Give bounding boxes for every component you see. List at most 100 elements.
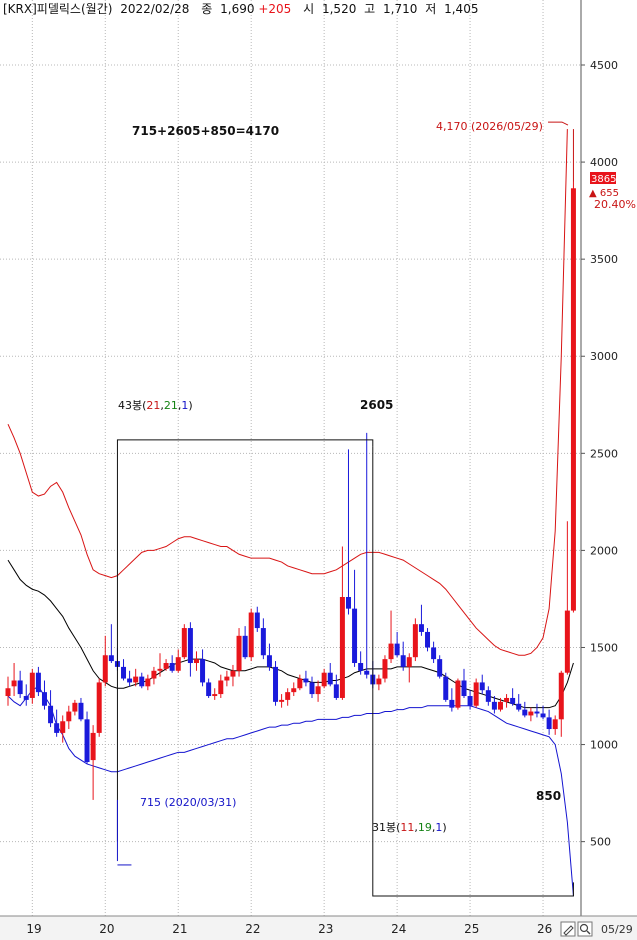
zoom-button[interactable] <box>577 921 593 937</box>
candle-body <box>11 680 17 687</box>
candle-body <box>504 697 510 702</box>
candle-body <box>358 663 364 671</box>
candle-body <box>333 684 339 698</box>
y-tick-label: 4500 <box>590 59 618 72</box>
candle-body <box>546 717 552 730</box>
candle-body <box>48 705 54 724</box>
candle-body <box>406 657 412 667</box>
candle-body <box>303 678 309 683</box>
candle-body <box>339 596 345 698</box>
candle-body <box>273 666 279 702</box>
candle-body <box>230 670 236 677</box>
candle-body <box>558 672 564 720</box>
candle-body <box>352 608 358 664</box>
candle-body <box>17 680 23 695</box>
candle-body <box>254 612 260 629</box>
candle-body <box>29 672 35 698</box>
candle-body <box>540 713 546 718</box>
candle-body <box>309 682 315 695</box>
candle-body <box>23 696 29 700</box>
y-tick-label: 4000 <box>590 156 618 169</box>
candle-body <box>516 703 522 710</box>
x-tick-label: 20 <box>99 922 114 936</box>
candle-body <box>193 659 199 664</box>
y-tick-label: 3500 <box>590 253 618 266</box>
candle-body <box>291 688 297 693</box>
draw-tool-button[interactable] <box>560 921 576 937</box>
candle-body <box>157 668 163 671</box>
candle-body <box>491 701 497 710</box>
candle-body <box>570 188 576 611</box>
y-tick-label: 2500 <box>590 447 618 460</box>
candle-body <box>127 678 133 683</box>
candle-body <box>364 670 370 675</box>
candle-body <box>510 697 516 704</box>
candle-body <box>212 694 218 697</box>
candle-body <box>181 628 187 658</box>
candle-body <box>145 678 151 687</box>
candle-body <box>497 701 503 710</box>
candle-body <box>90 732 96 761</box>
annotations <box>116 121 574 897</box>
candle-body <box>175 657 181 671</box>
candle-body <box>485 690 491 702</box>
candle-body <box>285 692 291 700</box>
candle-body <box>121 666 127 679</box>
candle-body <box>388 643 394 660</box>
candle-body <box>218 680 224 695</box>
candle-body <box>479 682 485 691</box>
candle-body <box>327 672 333 685</box>
candle-body <box>242 635 248 658</box>
candle-body <box>151 670 157 679</box>
candle-body <box>431 647 437 660</box>
candle-body <box>224 676 230 681</box>
formula-label: 715+2605+850=4170 <box>132 124 279 138</box>
candle-body <box>169 663 175 671</box>
candle-body <box>163 663 169 669</box>
candles <box>5 181 576 800</box>
y-tick-label: 500 <box>590 836 611 849</box>
stock-chart: 500 1000 1500 2000 2500 3000 3500 4000 4500 [KRX… <box>0 0 637 940</box>
candle-body <box>437 659 443 677</box>
candle-body <box>260 628 266 656</box>
candle-body <box>236 635 242 671</box>
candle-body <box>564 610 570 673</box>
header-title: [KRX]피델릭스(월간) 2022/02/28 종 1,690 +205 시 … <box>3 2 478 16</box>
candle-body <box>412 624 418 658</box>
low-point-label: 715 (2020/03/31) <box>140 796 236 809</box>
candle-body <box>133 676 139 683</box>
candle-body <box>200 659 206 683</box>
candle-body <box>266 655 272 667</box>
candle-body <box>425 631 431 648</box>
x-tick-label: 23 <box>318 922 333 936</box>
candle-body <box>455 680 461 708</box>
candle-body <box>418 624 424 632</box>
candle-body <box>345 596 351 609</box>
candle-body <box>66 711 72 722</box>
upper-band-line <box>7 129 568 656</box>
candle-body <box>60 721 66 733</box>
candle-body <box>108 655 114 662</box>
candle-body <box>321 672 327 687</box>
candle-body <box>473 682 479 706</box>
x-tick-label: 25 <box>464 922 479 936</box>
candle-body <box>534 711 540 714</box>
candle-body <box>461 680 467 697</box>
x-tick-label: 24 <box>391 922 406 936</box>
wave2-value: 850 <box>536 789 561 803</box>
y-tick-label: 3000 <box>590 350 618 363</box>
y-tick-label: 1500 <box>590 641 618 654</box>
last-pct: 20.40% <box>594 198 636 211</box>
candle-body <box>78 702 84 720</box>
candle-body <box>279 699 285 702</box>
candle-body <box>206 682 212 697</box>
candle-body <box>102 655 108 683</box>
candle-body <box>84 719 90 763</box>
target-label: 4,170 (2026/05/29) <box>436 120 543 133</box>
end-date: 05/29 <box>601 923 633 936</box>
candle-body <box>376 678 382 685</box>
wave1-label: 43봉(21,21,1) <box>118 399 193 412</box>
candle-body <box>522 709 528 716</box>
candle-body <box>400 655 406 667</box>
candle-body <box>35 672 41 693</box>
